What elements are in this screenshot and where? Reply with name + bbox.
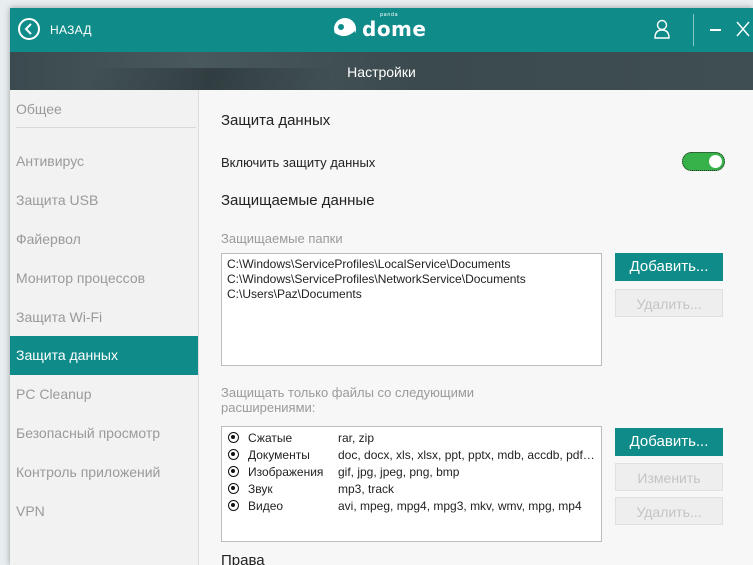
extension-category: Видео xyxy=(248,499,284,513)
list-item[interactable]: C:\Users\Paz\Documents xyxy=(227,287,596,302)
extensions-label: Защищать только файлы со следующими расш… xyxy=(221,385,475,415)
dome-logo: dome panda xyxy=(332,12,427,42)
enable-data-protection-label: Включить защиту данных xyxy=(221,155,376,170)
extension-values: doc, docx, xls, xlsx, ppt, pptx, mdb, ac… xyxy=(338,448,596,462)
topbar-divider xyxy=(693,14,694,46)
settings-panel: Защита данных Включить защиту данных Защ… xyxy=(198,90,753,565)
list-item[interactable]: Сжатые rar, zip xyxy=(222,430,601,447)
toggle-knob xyxy=(709,155,722,168)
extension-category: Изображения xyxy=(248,465,324,479)
add-extension-button[interactable]: Добавить... xyxy=(615,428,723,456)
sidebar-item-antivirus[interactable]: Антивирус xyxy=(10,142,198,181)
title-strip: Настройки xyxy=(10,52,753,90)
sidebar-item-data-protection[interactable]: Защита данных xyxy=(10,336,198,375)
extensions-list[interactable]: Сжатые rar, zip Документы doc, docx, xls… xyxy=(221,426,602,542)
radio-selected-icon[interactable] xyxy=(228,449,239,460)
minimize-icon[interactable] xyxy=(710,29,721,31)
panda-logo-icon xyxy=(334,18,356,42)
list-item[interactable]: Звук mp3, track xyxy=(222,481,601,498)
protected-folders-label: Защищаемые папки xyxy=(221,231,343,246)
section-heading: Защита данных xyxy=(221,112,331,129)
user-icon[interactable] xyxy=(654,19,670,39)
extension-category: Документы xyxy=(248,448,310,462)
back-arrow-icon[interactable] xyxy=(18,18,40,40)
radio-selected-icon[interactable] xyxy=(228,483,239,494)
extension-values: mp3, track xyxy=(338,482,395,496)
sidebar-item-firewall[interactable]: Файервол xyxy=(10,220,198,259)
sidebar-item-pc-cleanup[interactable]: PC Cleanup xyxy=(10,375,198,414)
extension-category: Звук xyxy=(248,482,273,496)
edit-extension-button[interactable]: Изменить xyxy=(615,463,723,491)
protected-folders-list[interactable]: C:\Windows\ServiceProfiles\LocalService\… xyxy=(221,253,602,366)
sidebar-item-app-control[interactable]: Контроль приложений xyxy=(10,453,198,492)
rights-heading: Права xyxy=(221,552,265,565)
delete-folder-button[interactable]: Удалить... xyxy=(615,289,723,317)
sidebar-item-wifi-protection[interactable]: Защита Wi-Fi xyxy=(10,298,198,337)
logo-small-text: panda xyxy=(380,12,399,18)
app-window: НАЗАД dome panda Настройки Общее Антивир… xyxy=(10,8,753,565)
extension-values: gif, jpg, jpeg, png, bmp xyxy=(338,465,460,479)
delete-extension-button[interactable]: Удалить... xyxy=(615,497,723,525)
sidebar-item-vpn[interactable]: VPN xyxy=(10,492,198,531)
list-item[interactable]: Изображения gif, jpg, jpeg, png, bmp xyxy=(222,464,601,481)
extension-category: Сжатые xyxy=(248,431,293,445)
sidebar-item-usb-protection[interactable]: Защита USB xyxy=(10,181,198,220)
top-bar: НАЗАД dome panda xyxy=(10,8,753,52)
sidebar-item-process-monitor[interactable]: Монитор процессов xyxy=(10,259,198,298)
list-item[interactable]: Документы doc, docx, xls, xlsx, ppt, ppt… xyxy=(222,447,601,464)
radio-selected-icon[interactable] xyxy=(228,500,239,511)
logo-text: dome panda xyxy=(362,12,427,41)
enable-data-protection-toggle[interactable] xyxy=(682,152,725,171)
radio-selected-icon[interactable] xyxy=(228,432,239,443)
list-item[interactable]: C:\Windows\ServiceProfiles\NetworkServic… xyxy=(227,272,596,287)
extension-values: avi, mpeg, mpg4, mpg3, mkv, wmv, mpg, mp… xyxy=(338,499,582,513)
back-button-label[interactable]: НАЗАД xyxy=(50,23,92,37)
sidebar-divider xyxy=(16,127,196,128)
close-icon[interactable] xyxy=(736,21,750,37)
list-item[interactable]: Видео avi, mpeg, mpg4, mpg3, mkv, wmv, m… xyxy=(222,498,601,515)
sidebar-item-safe-browsing[interactable]: Безопасный просмотр xyxy=(10,414,198,453)
list-item[interactable]: C:\Windows\ServiceProfiles\LocalService\… xyxy=(227,257,596,272)
protected-data-heading: Защищаемые данные xyxy=(221,192,375,209)
add-folder-button[interactable]: Добавить... xyxy=(615,253,723,281)
sidebar-item-general[interactable]: Общее xyxy=(10,90,198,129)
radio-selected-icon[interactable] xyxy=(228,466,239,477)
sidebar: Общее Антивирус Защита USB Файервол Мони… xyxy=(10,90,198,565)
extension-values: rar, zip xyxy=(338,431,375,445)
page-title: Настройки xyxy=(347,64,416,80)
